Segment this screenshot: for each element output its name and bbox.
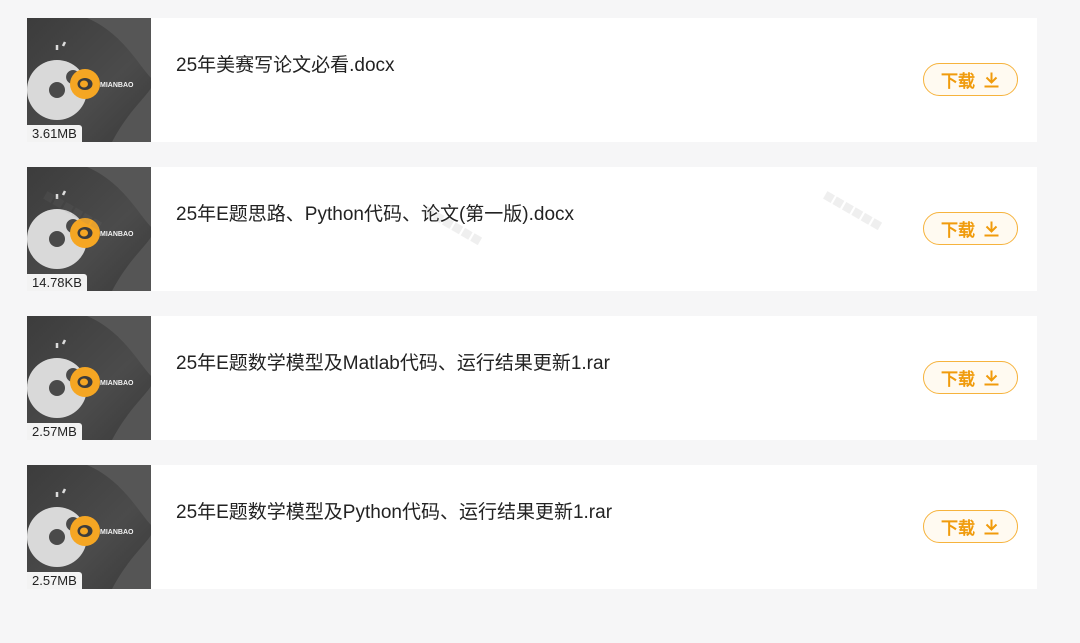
file-name[interactable]: 25年美赛写论文必看.docx: [176, 50, 395, 77]
mianbao-donut-logo-icon: MIANBAO: [27, 18, 151, 142]
download-button[interactable]: 下载: [923, 510, 1018, 543]
download-label: 下载: [941, 519, 975, 538]
mianbao-donut-logo-icon: MIANBAO: [27, 167, 151, 291]
file-name[interactable]: 25年E题数学模型及Matlab代码、运行结果更新1.rar: [176, 348, 610, 375]
file-list-item: MIANBAO 14.78KB 25年E题思路、Python代码、论文(第一版)…: [27, 167, 1037, 291]
download-label: 下载: [941, 221, 975, 240]
download-button[interactable]: 下载: [923, 212, 1018, 245]
file-list-item: MIANBAO 2.57MB 25年E题数学模型及Python代码、运行结果更新…: [27, 465, 1037, 589]
download-label: 下载: [941, 370, 975, 389]
file-size: 2.57MB: [27, 423, 82, 440]
mianbao-donut-logo-icon: MIANBAO: [27, 316, 151, 440]
brand-text: MIANBAO: [100, 82, 134, 89]
file-thumbnail: MIANBAO 14.78KB: [27, 167, 151, 291]
file-thumbnail: MIANBAO 2.57MB: [27, 465, 151, 589]
download-arrow-icon: [984, 221, 999, 237]
file-thumbnail: MIANBAO 3.61MB: [27, 18, 151, 142]
brand-text: MIANBAO: [100, 380, 134, 387]
file-list-item: MIANBAO 3.61MB 25年美赛写论文必看.docx 下载: [27, 18, 1037, 142]
file-name[interactable]: 25年E题思路、Python代码、论文(第一版).docx: [176, 199, 574, 226]
download-arrow-icon: [984, 519, 999, 535]
file-name[interactable]: 25年E题数学模型及Python代码、运行结果更新1.rar: [176, 497, 612, 524]
file-list: MIANBAO 3.61MB 25年美赛写论文必看.docx 下载 MIANBA…: [27, 18, 1037, 614]
file-thumbnail: MIANBAO 2.57MB: [27, 316, 151, 440]
download-button[interactable]: 下载: [923, 361, 1018, 394]
brand-text: MIANBAO: [100, 529, 134, 536]
brand-text: MIANBAO: [100, 231, 134, 238]
file-list-item: MIANBAO 2.57MB 25年E题数学模型及Matlab代码、运行结果更新…: [27, 316, 1037, 440]
download-button[interactable]: 下载: [923, 63, 1018, 96]
download-arrow-icon: [984, 370, 999, 386]
mianbao-donut-logo-icon: MIANBAO: [27, 465, 151, 589]
file-size: 2.57MB: [27, 572, 82, 589]
download-arrow-icon: [984, 72, 999, 88]
download-label: 下载: [941, 72, 975, 91]
file-size: 14.78KB: [27, 274, 87, 291]
file-size: 3.61MB: [27, 125, 82, 142]
